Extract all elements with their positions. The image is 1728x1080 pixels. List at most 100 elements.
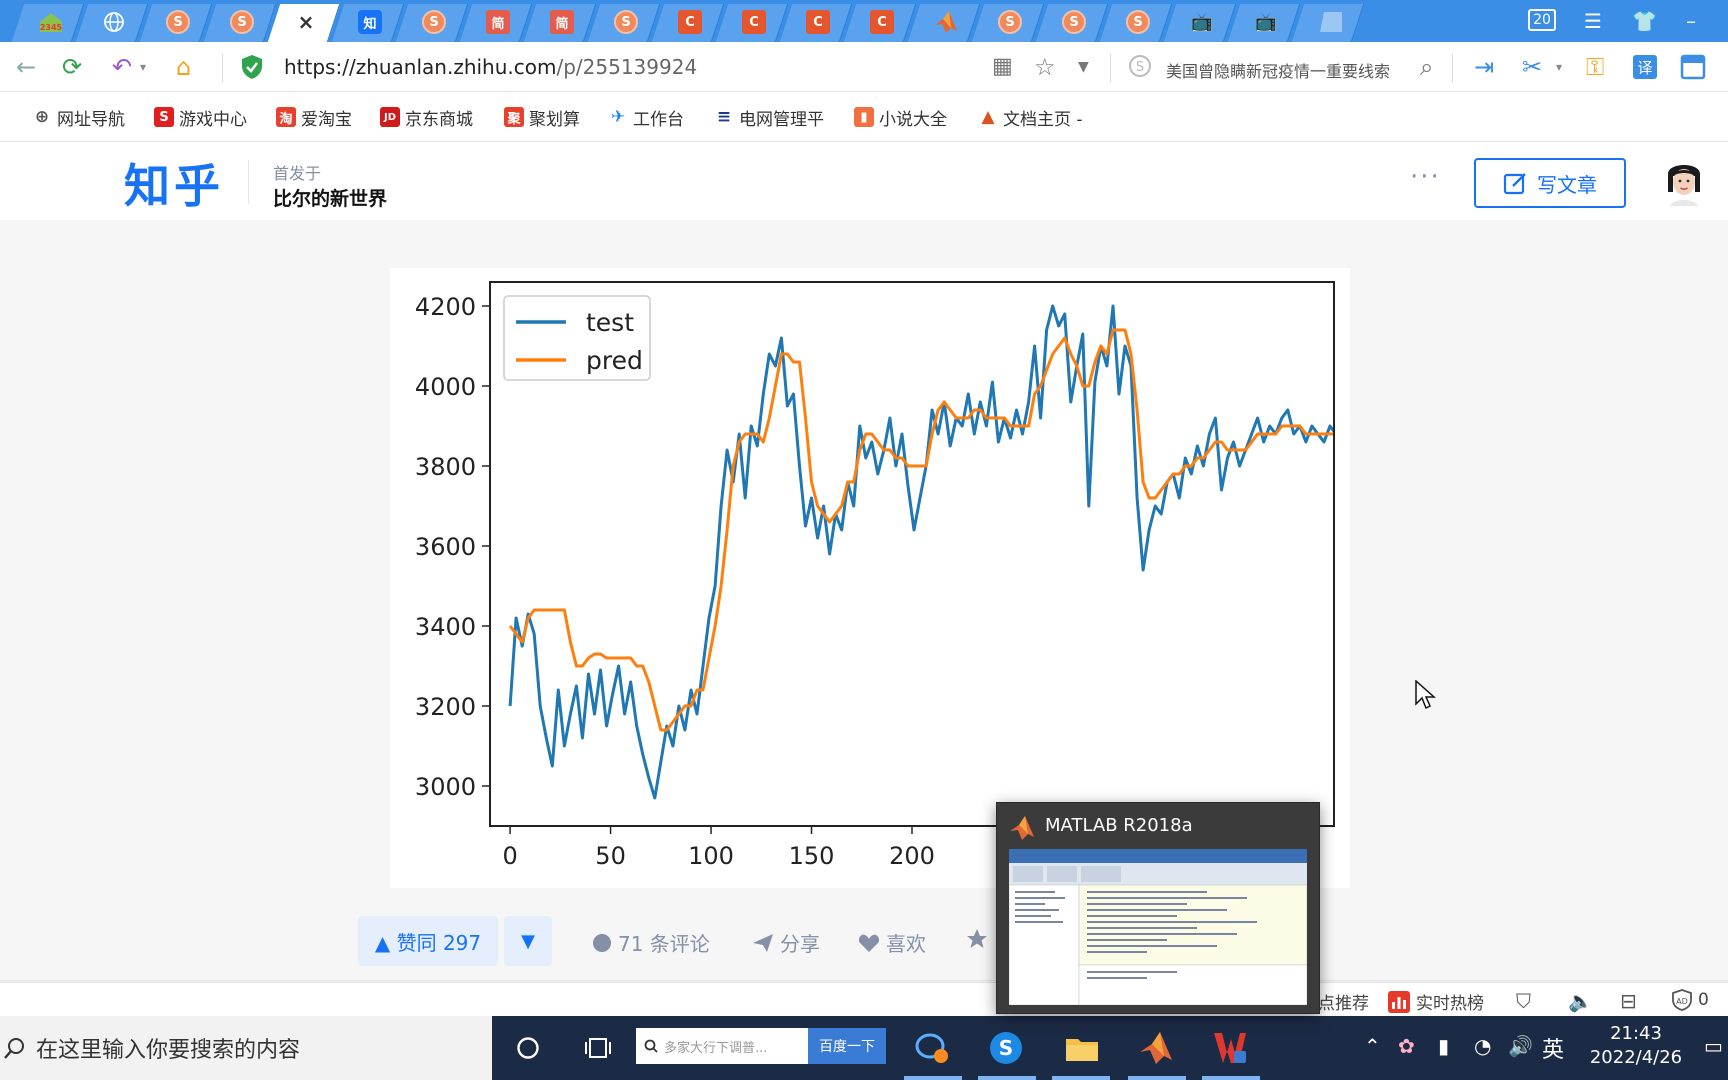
close-icon[interactable]: × bbox=[294, 10, 318, 34]
tray-chevron-up-icon[interactable]: ⌃ bbox=[1364, 1034, 1381, 1058]
plane-icon: ✈ bbox=[610, 107, 626, 127]
x-tick-label: 0 bbox=[502, 842, 517, 870]
heart-icon bbox=[858, 934, 880, 952]
bookmark-item[interactable]: ≡ 电网管理平 bbox=[714, 106, 824, 130]
shield-icon[interactable] bbox=[240, 54, 264, 87]
bookmark-item[interactable]: 聚聚划算 bbox=[504, 106, 580, 130]
lock-icon[interactable]: ⊟ bbox=[1620, 989, 1637, 1013]
clock[interactable]: 21:43 2022/4/26 bbox=[1586, 1022, 1686, 1070]
sogou-input-icon[interactable]: S bbox=[988, 1030, 1024, 1066]
skin-icon[interactable]: 👕 bbox=[1632, 6, 1657, 36]
matlab-icon bbox=[1010, 816, 1034, 840]
bookmark-label: 游戏中心 bbox=[179, 109, 247, 130]
running-indicator bbox=[1202, 1076, 1260, 1080]
comment-icon bbox=[593, 933, 611, 952]
scissors-dropdown-icon[interactable]: ▾ bbox=[1556, 52, 1562, 82]
more-icon[interactable]: ··· bbox=[1410, 162, 1441, 192]
adblock-item[interactable]: AD 0 bbox=[1672, 989, 1709, 1011]
x-tick-label: 150 bbox=[789, 842, 835, 870]
home-icon[interactable]: ⌂ bbox=[176, 52, 191, 82]
csdn-icon: C bbox=[742, 10, 766, 34]
x-tick-label: 50 bbox=[595, 842, 626, 870]
star-icon[interactable]: ☆ bbox=[1034, 52, 1056, 82]
scissors-icon[interactable]: ✂ bbox=[1522, 52, 1542, 82]
bookmark-item[interactable]: S 游戏中心 bbox=[154, 106, 247, 130]
game-icon: S bbox=[154, 107, 174, 127]
user-avatar[interactable] bbox=[1662, 158, 1706, 206]
running-indicator bbox=[1052, 1076, 1110, 1080]
column-name-link[interactable]: 比尔的新世界 bbox=[273, 184, 387, 211]
matlab-taskbar-preview[interactable]: MATLAB R2018a bbox=[996, 802, 1320, 1014]
bookmark-item[interactable]: ⊕ 网址导航 bbox=[32, 106, 125, 130]
zhihu-icon: 知 bbox=[358, 10, 382, 34]
login-icon[interactable]: ⇥ bbox=[1474, 52, 1494, 82]
translate-icon[interactable]: 译 bbox=[1632, 54, 1658, 87]
qr-code-icon[interactable]: ▦ bbox=[992, 52, 1013, 82]
notification-icon[interactable]: ▭ bbox=[1704, 1034, 1723, 1058]
mouse-cursor-icon bbox=[1415, 680, 1436, 710]
favorite-button[interactable] bbox=[966, 928, 988, 950]
baidu-search-box[interactable]: 多家大行下调普... bbox=[636, 1028, 808, 1064]
task-view-icon[interactable] bbox=[580, 1030, 616, 1066]
tray-volume-icon[interactable]: 🔊 bbox=[1508, 1034, 1533, 1058]
tray-ime-indicator[interactable]: 英 bbox=[1542, 1032, 1564, 1064]
downvote-button[interactable]: ▼ bbox=[504, 916, 552, 966]
menu-icon[interactable]: ☰ bbox=[1584, 6, 1602, 36]
key-icon[interactable]: ⚿ bbox=[1586, 52, 1604, 82]
svg-text:S: S bbox=[1136, 60, 1144, 75]
back-icon[interactable]: ← bbox=[16, 52, 36, 82]
undo-close-icon[interactable]: ↶ bbox=[112, 52, 132, 82]
bookmark-item[interactable]: ▮ 小说大全 bbox=[854, 106, 947, 130]
sound-icon[interactable]: 🔈 bbox=[1568, 989, 1593, 1013]
matlab-preview-title: MATLAB R2018a bbox=[1045, 815, 1193, 836]
cortana-icon[interactable] bbox=[510, 1030, 546, 1066]
line-chart: 3000 3200 3400 3600 3800 4000 4200 0 50 100 150 20… bbox=[390, 268, 1350, 888]
header-divider bbox=[248, 160, 249, 204]
wps-icon[interactable] bbox=[1212, 1030, 1248, 1066]
juhuasuan-icon: 聚 bbox=[504, 107, 524, 127]
clock-date: 2022/4/26 bbox=[1589, 1047, 1683, 1068]
hot-list-item[interactable]: 实时热榜 bbox=[1388, 989, 1484, 1014]
minimize-icon[interactable]: – bbox=[1686, 6, 1696, 36]
chevron-down-icon[interactable]: ▼ bbox=[1078, 52, 1089, 82]
bookmark-item[interactable]: ✈ 工作台 bbox=[608, 106, 684, 130]
matlab-icon[interactable] bbox=[1138, 1030, 1174, 1066]
tray-network-icon[interactable]: ◔ bbox=[1474, 1034, 1491, 1058]
undo-dropdown-icon[interactable]: ▾ bbox=[140, 52, 146, 82]
y-tick-label: 4200 bbox=[415, 293, 476, 321]
bookmark-item[interactable]: ▲ 文档主页 - bbox=[978, 106, 1082, 130]
tray-flower-icon[interactable]: ✿ bbox=[1398, 1034, 1415, 1058]
baidu-search-button[interactable]: 百度一下 bbox=[808, 1028, 886, 1064]
security-shield-icon[interactable]: ⛉ bbox=[1516, 989, 1531, 1013]
tab-count-badge[interactable]: 20 bbox=[1528, 9, 1556, 31]
bookmark-item[interactable]: JD 京东商城 bbox=[380, 106, 473, 130]
comments-button[interactable]: 71 条评论 bbox=[592, 928, 710, 957]
reload-icon[interactable]: ⟳ bbox=[62, 52, 82, 82]
share-button[interactable]: 分享 bbox=[752, 928, 820, 957]
search-icon[interactable]: ⌕ bbox=[1420, 52, 1433, 82]
like-button[interactable]: 喜欢 bbox=[858, 928, 926, 957]
csdn-icon: C bbox=[806, 10, 830, 34]
adblock-count: 0 bbox=[1698, 990, 1709, 1010]
write-article-button[interactable]: 写文章 bbox=[1474, 158, 1626, 208]
chat-app-icon[interactable] bbox=[914, 1030, 950, 1066]
sogou-search-icon[interactable]: S bbox=[1128, 54, 1152, 85]
bookmark-item[interactable]: 淘爱淘宝 bbox=[276, 106, 352, 130]
sidebar-icon[interactable] bbox=[1680, 54, 1706, 87]
matlab-icon: ▲ bbox=[981, 107, 995, 127]
taskbar-search[interactable]: 在这里输入你要搜索的内容 bbox=[0, 1016, 492, 1080]
zhihu-logo[interactable]: 知乎 bbox=[124, 150, 224, 216]
separator bbox=[1110, 54, 1111, 82]
recommend-item[interactable]: 点推荐 bbox=[1318, 989, 1369, 1014]
upvote-button[interactable]: ▲ 赞同 297 bbox=[358, 916, 498, 966]
address-bar: ← ⟳ ↶ ▾ ⌂ https://zhuanlan.zhihu.com/p/2… bbox=[0, 42, 1728, 92]
bookmark-label: 电网管理平 bbox=[739, 109, 824, 130]
search-input[interactable]: 美国曾隐瞒新冠疫情一重要线索 bbox=[1166, 58, 1428, 82]
home-2345-icon: 2345 bbox=[38, 10, 62, 34]
sogou-icon: S bbox=[1126, 10, 1150, 34]
file-explorer-icon[interactable] bbox=[1064, 1030, 1100, 1066]
baidu-search-text: 多家大行下调普... bbox=[664, 1040, 768, 1056]
tray-mic-icon[interactable]: ▮ bbox=[1438, 1034, 1449, 1058]
url-field[interactable]: https://zhuanlan.zhihu.com/p/255139924 bbox=[284, 55, 697, 79]
adblock-shield-icon: AD bbox=[1672, 989, 1692, 1011]
